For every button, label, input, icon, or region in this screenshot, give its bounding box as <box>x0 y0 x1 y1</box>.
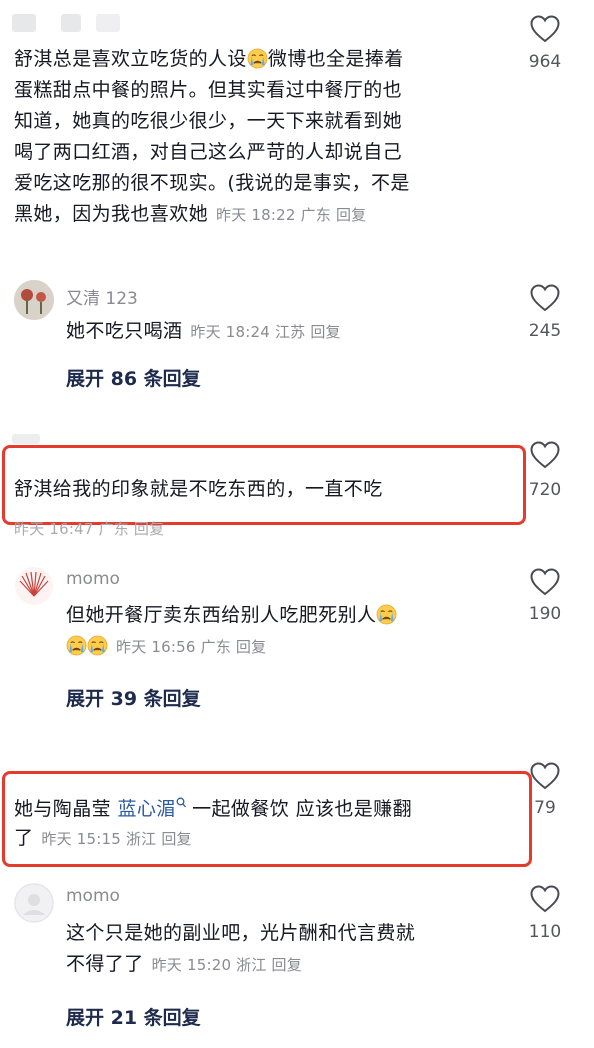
like-count: 245 <box>528 321 562 341</box>
comment-line: 爱吃这吃那的很不现实。(我说的是事实，不是 <box>14 172 410 194</box>
blurred-username[interactable] <box>12 14 122 36</box>
like-heart-icon[interactable] <box>530 441 560 469</box>
like-heart-icon[interactable] <box>530 284 560 312</box>
like-count: 964 <box>528 52 562 72</box>
avatar-image <box>14 280 54 320</box>
comment-meta[interactable]: 昨天 15:15 浙江 回复 <box>41 830 191 848</box>
search-link[interactable]: 蓝心湄 <box>117 798 175 820</box>
comment-body: 了 <box>14 827 34 849</box>
comment-meta[interactable]: 昨天 18:22 广东 回复 <box>216 206 366 224</box>
comment-meta[interactable]: 昨天 16:47 广东 回复 <box>14 518 164 539</box>
crying-face-icon <box>87 635 108 656</box>
like-heart-icon[interactable] <box>530 568 560 596</box>
avatar-image <box>15 567 53 605</box>
comment-line: 喝了两口红酒，对自己这么严苛的人却说自己 <box>14 141 403 163</box>
comment-meta[interactable]: 昨天 18:24 江苏 回复 <box>190 323 340 341</box>
comment-line: 蛋糕甜点中餐的照片。但其实看过中餐厅的也 <box>14 79 403 101</box>
comment-text: 这个只是她的副业吧，光片酬和代言费就 不得了了 昨天 15:20 浙江 回复 <box>66 918 526 981</box>
avatar[interactable] <box>14 566 54 606</box>
avatar-image <box>14 883 54 923</box>
comment-text: 但她开餐厅卖东西给别人吃肥死别人 昨天 16:56 广东 回复 <box>66 600 506 663</box>
like-count: 190 <box>528 604 562 624</box>
comment-body: 但她开餐厅卖东西给别人吃肥死别人 <box>66 604 377 626</box>
comment-body: 一起做餐饮 应该也是赚翻 <box>192 798 412 820</box>
avatar[interactable] <box>14 883 54 923</box>
expand-replies-button[interactable]: 展开 86 条回复 <box>66 364 201 391</box>
comment-body: 她不吃只喝酒 <box>66 320 183 342</box>
expand-replies-button[interactable]: 展开 21 条回复 <box>66 1003 201 1030</box>
comment-text: 她不吃只喝酒 昨天 18:24 江苏 回复 <box>66 316 341 348</box>
username[interactable]: 又清 123 <box>66 284 138 309</box>
like-heart-icon[interactable] <box>530 762 560 790</box>
comment-line: 不得了了 <box>66 953 144 975</box>
comment-body: 她与陶晶莹 <box>14 798 112 820</box>
comment-text: 舒淇给我的印象就是不吃东西的，一直不吃 <box>14 478 383 500</box>
comment-line: 舒淇总是喜欢立吃货的人设 <box>14 48 247 70</box>
like-count: 720 <box>528 480 562 500</box>
comment-line: 微博也全是捧着 <box>267 48 404 70</box>
comment-text: 舒淇总是喜欢立吃货的人设 微博也全是捧着 蛋糕甜点中餐的照片。但其实看过中餐厅的也… <box>14 44 504 231</box>
like-heart-icon[interactable] <box>530 15 560 43</box>
username[interactable]: momo <box>66 569 120 589</box>
username[interactable]: momo <box>66 886 120 906</box>
comment-line: 知道，她真的吃很少很少，一天下来就看到她 <box>14 110 403 132</box>
expand-replies-button[interactable]: 展开 39 条回复 <box>66 684 201 711</box>
comment-line: 黑她，因为我也喜欢她 <box>14 203 209 225</box>
like-count: 79 <box>534 798 556 818</box>
like-count: 110 <box>528 922 562 942</box>
avatar[interactable] <box>14 280 54 320</box>
comment-meta[interactable]: 昨天 16:56 广东 回复 <box>116 638 266 656</box>
comment-meta[interactable]: 昨天 15:20 浙江 回复 <box>152 956 302 974</box>
crying-face-icon <box>376 604 397 625</box>
crying-face-icon <box>247 48 268 69</box>
crying-face-icon <box>66 635 87 656</box>
search-icon[interactable] <box>176 797 186 809</box>
comment-text: 她与陶晶莹 蓝心湄 一起做餐饮 应该也是赚翻 了昨天 15:15 浙江 回复 <box>14 794 524 855</box>
like-heart-icon[interactable] <box>530 885 560 913</box>
comment-line: 这个只是她的副业吧，光片酬和代言费就 <box>66 922 416 944</box>
